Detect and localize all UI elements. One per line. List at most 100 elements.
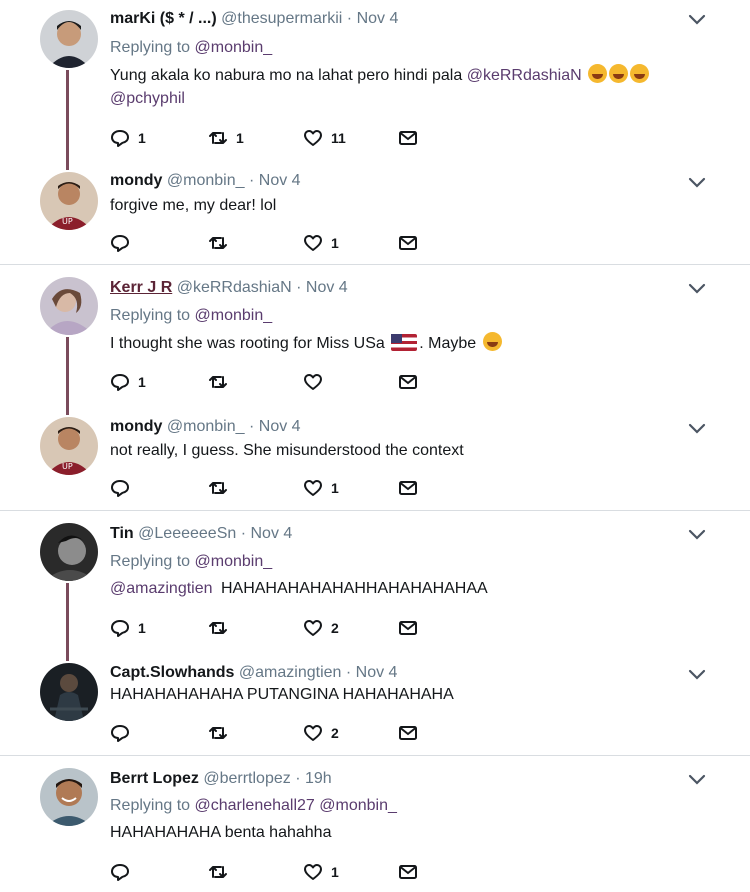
mention-link[interactable]: @pchyphil bbox=[110, 90, 185, 107]
avatar[interactable]: UP bbox=[40, 417, 98, 475]
chevron-down-icon[interactable] bbox=[688, 423, 706, 435]
chevron-down-icon[interactable] bbox=[688, 283, 706, 295]
timestamp[interactable]: Nov 4 bbox=[356, 664, 398, 681]
reply-button[interactable]: 1 bbox=[110, 617, 146, 639]
envelope-icon bbox=[399, 375, 417, 389]
chevron-down-icon[interactable] bbox=[688, 529, 706, 541]
like-button[interactable]: 2 bbox=[303, 722, 339, 744]
mention-link[interactable]: @amazingtien bbox=[110, 580, 213, 597]
retweet-button[interactable] bbox=[208, 477, 236, 499]
direct-message-button[interactable] bbox=[398, 861, 418, 883]
retweet-button[interactable] bbox=[208, 371, 236, 393]
like-button[interactable]: 1 bbox=[303, 477, 339, 499]
like-count: 1 bbox=[331, 235, 339, 251]
timestamp[interactable]: Nov 4 bbox=[306, 279, 348, 296]
tweet-actions: 1 2 bbox=[110, 617, 430, 639]
tweet[interactable]: UP mondy @monbin_ · Nov 4 forgive me, my… bbox=[0, 170, 750, 263]
like-button[interactable]: 1 bbox=[303, 232, 339, 254]
like-button[interactable]: 2 bbox=[303, 617, 339, 639]
reply-count: 1 bbox=[138, 130, 146, 146]
tweet-text-body: HAHAHAHAHAHAHHAHAHAHAHAA bbox=[220, 580, 488, 597]
tweet-text-tail: . Maybe bbox=[419, 335, 477, 352]
direct-message-button[interactable] bbox=[398, 371, 418, 393]
user-handle[interactable]: @berrtlopez bbox=[203, 770, 290, 787]
retweet-button[interactable] bbox=[208, 861, 236, 883]
direct-message-button[interactable] bbox=[398, 232, 418, 254]
tweet-actions: 1 bbox=[110, 861, 430, 883]
reply-button[interactable]: 1 bbox=[110, 371, 146, 393]
tweet[interactable]: UP mondy @monbin_ · Nov 4 not really, I … bbox=[0, 415, 750, 509]
direct-message-button[interactable] bbox=[398, 477, 418, 499]
like-button[interactable]: 11 bbox=[303, 127, 346, 149]
reply-mention-link[interactable]: @monbin_ bbox=[195, 553, 273, 570]
display-name[interactable]: Capt.Slowhands bbox=[110, 664, 234, 681]
replying-to: Replying to @monbin_ bbox=[110, 306, 272, 326]
direct-message-button[interactable] bbox=[398, 127, 418, 149]
tweet[interactable]: Capt.Slowhands @amazingtien · Nov 4 HAHA… bbox=[0, 661, 750, 755]
avatar[interactable] bbox=[40, 277, 98, 335]
timestamp[interactable]: Nov 4 bbox=[259, 172, 301, 189]
tweet-header: Kerr J R @keRRdashiaN · Nov 4 bbox=[110, 278, 348, 298]
avatar[interactable]: UP bbox=[40, 172, 98, 230]
display-name[interactable]: Berrt Lopez bbox=[110, 770, 199, 787]
display-name[interactable]: mondy bbox=[110, 172, 162, 189]
direct-message-button[interactable] bbox=[398, 722, 418, 744]
tweet[interactable]: marKi ($ * / ...) @thesupermarkii · Nov … bbox=[0, 0, 750, 170]
reply-mention-link[interactable]: @monbin_ bbox=[319, 797, 397, 814]
timestamp[interactable]: 19h bbox=[305, 770, 332, 787]
avatar[interactable] bbox=[40, 523, 98, 581]
envelope-icon bbox=[399, 865, 417, 879]
timestamp[interactable]: Nov 4 bbox=[251, 525, 293, 542]
avatar[interactable] bbox=[40, 768, 98, 826]
chevron-down-icon[interactable] bbox=[688, 177, 706, 189]
separator-dot: · bbox=[346, 10, 353, 27]
tweet-header: marKi ($ * / ...) @thesupermarkii · Nov … bbox=[110, 9, 398, 29]
like-button[interactable] bbox=[303, 371, 331, 393]
reply-icon bbox=[111, 480, 129, 497]
chevron-down-icon[interactable] bbox=[688, 669, 706, 681]
display-name[interactable]: Tin bbox=[110, 525, 134, 542]
direct-message-button[interactable] bbox=[398, 617, 418, 639]
retweet-button[interactable] bbox=[208, 232, 236, 254]
retweet-button[interactable]: 1 bbox=[208, 127, 244, 149]
svg-text:UP: UP bbox=[62, 217, 73, 226]
retweet-button[interactable] bbox=[208, 722, 236, 744]
reply-mention-link[interactable]: @monbin_ bbox=[195, 39, 273, 56]
display-name[interactable]: Kerr J R bbox=[110, 279, 172, 296]
tweet[interactable]: Tin @LeeeeeeSn · Nov 4 Replying to @monb… bbox=[0, 511, 750, 661]
reply-button[interactable] bbox=[110, 477, 138, 499]
tweet-text: Yung akala ko nabura mo na lahat pero hi… bbox=[110, 64, 650, 87]
reply-mention-link[interactable]: @charlenehall27 bbox=[195, 797, 315, 814]
tweet-header: Tin @LeeeeeeSn · Nov 4 bbox=[110, 524, 292, 544]
retweet-icon bbox=[209, 132, 227, 144]
display-name[interactable]: marKi ($ * / ...) bbox=[110, 10, 217, 27]
timestamp[interactable]: Nov 4 bbox=[357, 10, 399, 27]
reply-icon bbox=[111, 725, 129, 742]
replying-label: Replying to bbox=[110, 553, 191, 570]
user-handle[interactable]: @amazingtien bbox=[239, 664, 342, 681]
user-handle[interactable]: @keRRdashiaN bbox=[177, 279, 292, 296]
timestamp[interactable]: Nov 4 bbox=[259, 418, 301, 435]
user-handle[interactable]: @thesupermarkii bbox=[221, 10, 342, 27]
tweet-text: HAHAHAHAHA benta hahahha bbox=[110, 822, 331, 844]
reply-button[interactable] bbox=[110, 722, 138, 744]
user-handle[interactable]: @monbin_ bbox=[167, 172, 245, 189]
tweet[interactable]: Berrt Lopez @berrtlopez · 19h Replying t… bbox=[0, 756, 750, 892]
retweet-button[interactable] bbox=[208, 617, 236, 639]
avatar[interactable] bbox=[40, 663, 98, 721]
reply-button[interactable]: 1 bbox=[110, 127, 146, 149]
tweet[interactable]: Kerr J R @keRRdashiaN · Nov 4 Replying t… bbox=[0, 265, 750, 415]
chevron-down-icon[interactable] bbox=[688, 774, 706, 786]
like-button[interactable]: 1 bbox=[303, 861, 339, 883]
display-name[interactable]: mondy bbox=[110, 418, 162, 435]
mention-link[interactable]: @keRRdashiaN bbox=[467, 67, 582, 84]
tweet-actions: 2 bbox=[110, 722, 430, 744]
user-handle[interactable]: @monbin_ bbox=[167, 418, 245, 435]
reply-button[interactable] bbox=[110, 861, 138, 883]
laughing-emoji-icon bbox=[609, 64, 629, 83]
chevron-down-icon[interactable] bbox=[688, 14, 706, 26]
user-handle[interactable]: @LeeeeeeSn bbox=[138, 525, 236, 542]
avatar[interactable] bbox=[40, 10, 98, 68]
reply-mention-link[interactable]: @monbin_ bbox=[195, 307, 273, 324]
reply-button[interactable] bbox=[110, 232, 138, 254]
